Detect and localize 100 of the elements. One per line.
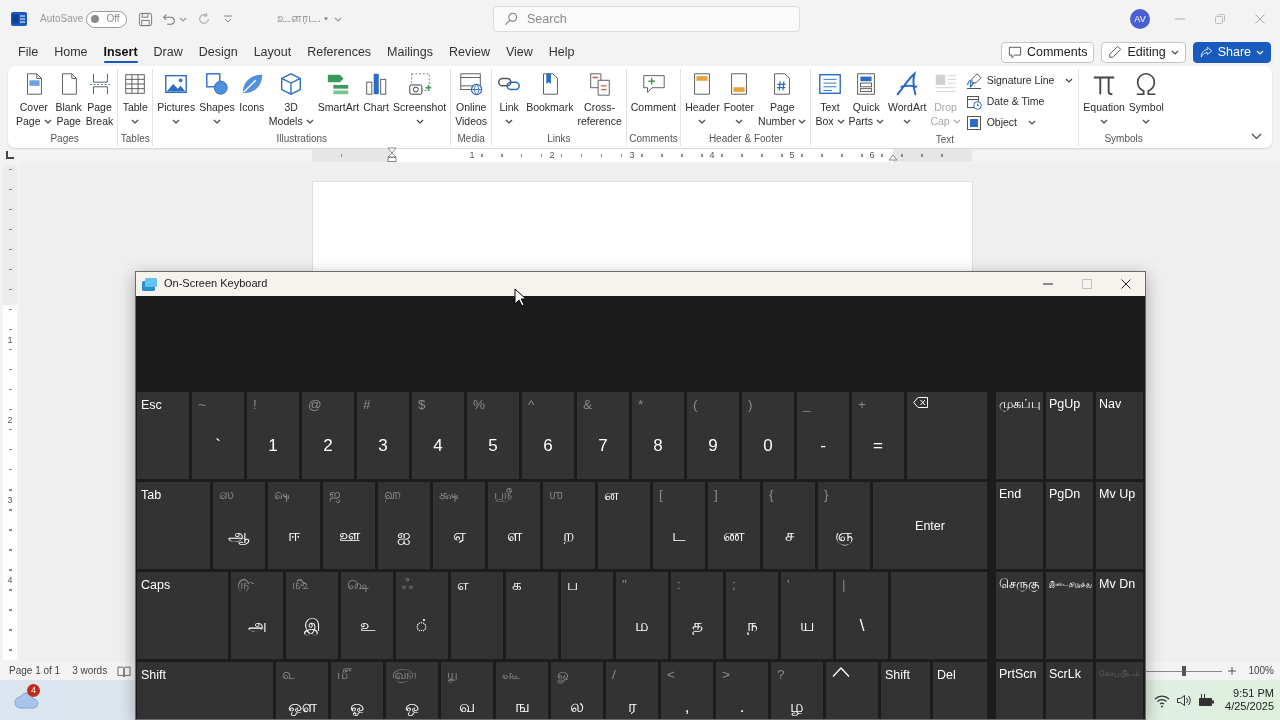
account-avatar[interactable]: AV [1130, 9, 1150, 29]
keyboard-key[interactable]: " ம [616, 572, 668, 659]
keyboard-key[interactable]: ' ய [781, 572, 833, 659]
ribbon-button[interactable]: Online Videos [453, 69, 490, 128]
keyboard-key[interactable]: < , [661, 662, 713, 719]
ribbon-button[interactable]: Pictures [155, 69, 198, 128]
keyboard-key[interactable]: & 7 [577, 392, 629, 479]
keyboard-key[interactable]: ^ 6 [522, 392, 574, 479]
ribbon-button[interactable]: Link [494, 69, 525, 128]
book-icon[interactable] [117, 664, 132, 678]
menu-tab[interactable]: Home [46, 38, 96, 66]
ribbon-button[interactable]: Header [683, 69, 722, 128]
keyboard-key[interactable]: ௸ உ [341, 572, 393, 659]
share-button[interactable]: Share [1192, 41, 1271, 63]
ribbon-button[interactable]: Icons [236, 69, 267, 115]
zoom-in-icon[interactable] [1228, 667, 1237, 675]
undo-icon[interactable] [161, 12, 176, 26]
menu-tab[interactable]: File [10, 38, 47, 66]
clock-date[interactable]: 4/25/2025 [1225, 700, 1274, 713]
ribbon-button[interactable]: Equation [1081, 69, 1127, 128]
keyboard-key[interactable]: Caps [137, 572, 228, 659]
cloud-icon[interactable] [14, 691, 40, 709]
ribbon-button[interactable]: Signature Line [962, 70, 1077, 91]
keyboard-key[interactable]: Shift [137, 662, 273, 719]
ribbon-button[interactable]: Footer [721, 69, 757, 128]
menu-tab[interactable]: Help [540, 38, 583, 66]
autosave-toggle[interactable]: Off [86, 10, 127, 28]
keyboard-key[interactable]: ஃ ் [396, 572, 448, 659]
keyboard-key[interactable]: ; ந [726, 572, 778, 659]
ribbon-button[interactable]: Symbol [1126, 69, 1166, 128]
keyboard-key[interactable]: End [996, 482, 1043, 569]
ribbon-button[interactable]: Object [962, 112, 1077, 133]
menu-tab[interactable]: Insert [95, 38, 146, 66]
keyboard-key[interactable]: ScrLk [1046, 662, 1093, 719]
keyboard-key[interactable]: செருகு [996, 572, 1043, 659]
ribbon-button[interactable]: Table [120, 69, 151, 128]
editing-mode-button[interactable]: Editing [1101, 41, 1186, 63]
keyboard-key[interactable]: # 3 [357, 392, 409, 479]
keyboard-key[interactable]: ? ழ [771, 662, 823, 719]
keyboard-key[interactable]: PgUp [1046, 392, 1093, 479]
keyboard-key[interactable]: ௵ ஒ [386, 662, 438, 719]
menu-tab[interactable]: Design [190, 38, 246, 66]
indent-marker-icon[interactable] [888, 154, 898, 161]
keyboard-key[interactable]: } ஞ [818, 482, 870, 569]
ribbon-button[interactable]: WordArt [886, 69, 929, 128]
keyboard-key[interactable]: PrtScn [996, 662, 1043, 719]
menu-tab[interactable]: References [299, 38, 380, 66]
keyboard-key[interactable]: ப [561, 572, 613, 659]
ribbon-button[interactable]: Screenshot [391, 69, 449, 128]
keyboard-key[interactable]: Shift [881, 662, 930, 719]
slider-thumb[interactable] [1182, 666, 1187, 676]
keyboard-key[interactable]: Del [933, 662, 987, 719]
keyboard-key[interactable]: Mv Up [1096, 482, 1143, 569]
keyboard-key[interactable]: ௴ ஓ [331, 662, 383, 719]
keyboard-key[interactable]: Enter [873, 482, 987, 569]
menu-tab[interactable]: Mailings [379, 38, 441, 66]
keyboard-key[interactable]: முகப்பு [996, 392, 1043, 479]
search-field[interactable]: Search [493, 6, 800, 32]
keyboard-key[interactable]: ஸ ஆ [213, 482, 265, 569]
zoom-level[interactable]: 100% [1248, 665, 1274, 677]
keyboard-key[interactable]: { ச [763, 482, 815, 569]
app-logo-icon[interactable] [11, 11, 27, 27]
ribbon-button[interactable]: Shapes [197, 69, 237, 128]
keyboard-key[interactable]: * 8 [632, 392, 684, 479]
ribbon-button[interactable]: Cover Page [14, 69, 54, 128]
keyboard-key[interactable]: ] ண [708, 482, 760, 569]
keyboard-key[interactable]: ௳ ஔ [276, 662, 328, 719]
word-count[interactable]: 3 words [72, 665, 108, 677]
save-icon[interactable] [137, 11, 153, 27]
page-count[interactable]: Page 1 of 1 [9, 665, 61, 677]
ribbon-button[interactable]: 3D Models [266, 69, 316, 128]
indent-marker-icon[interactable] [387, 147, 397, 162]
keyboard-key[interactable]: ன [598, 482, 650, 569]
keyboard-key[interactable]: ஷ ஈ [268, 482, 320, 569]
keyboard-key[interactable]: எ [451, 572, 503, 659]
keyboard-key[interactable]: | \ [836, 572, 888, 659]
keyboard-key[interactable]: $ 4 [412, 392, 464, 479]
ribbon-button[interactable]: SmartArt [315, 69, 362, 115]
ribbon-button[interactable]: Text Box [813, 69, 847, 128]
keyboard-key[interactable]: + = [852, 392, 904, 479]
keyboard-key[interactable]: [ ட [653, 482, 705, 569]
keyboard-key[interactable]: ஹ ஐ [378, 482, 430, 569]
ribbon-button[interactable]: Cross- reference [575, 69, 624, 128]
keyboard-key[interactable]: க்ஷ ஏ [433, 482, 485, 569]
keyboard-key[interactable]: ) 0 [742, 392, 794, 479]
keyboard-key[interactable]: ~ ` [192, 392, 244, 479]
menu-tab[interactable]: View [497, 38, 541, 66]
speaker-icon[interactable] [1176, 692, 1193, 708]
ribbon-button[interactable]: Comment [628, 69, 679, 115]
ribbon-button[interactable]: Bookmark [524, 69, 576, 115]
keyboard-key[interactable]: ஸ்ரீ ள [488, 482, 540, 569]
menu-tab[interactable]: Layout [245, 38, 300, 66]
keyboard-key[interactable]: _ - [797, 392, 849, 479]
menu-tab[interactable]: Review [440, 38, 498, 66]
tab-stop-icon[interactable] [5, 151, 14, 160]
chevron-down-icon[interactable] [1251, 133, 1262, 140]
keyboard-key[interactable]: @ 2 [302, 392, 354, 479]
comments-button[interactable]: Comments [1000, 41, 1095, 63]
keyboard-key[interactable]: ( 9 [687, 392, 739, 479]
keyboard-key[interactable]: Nav [1096, 392, 1143, 479]
